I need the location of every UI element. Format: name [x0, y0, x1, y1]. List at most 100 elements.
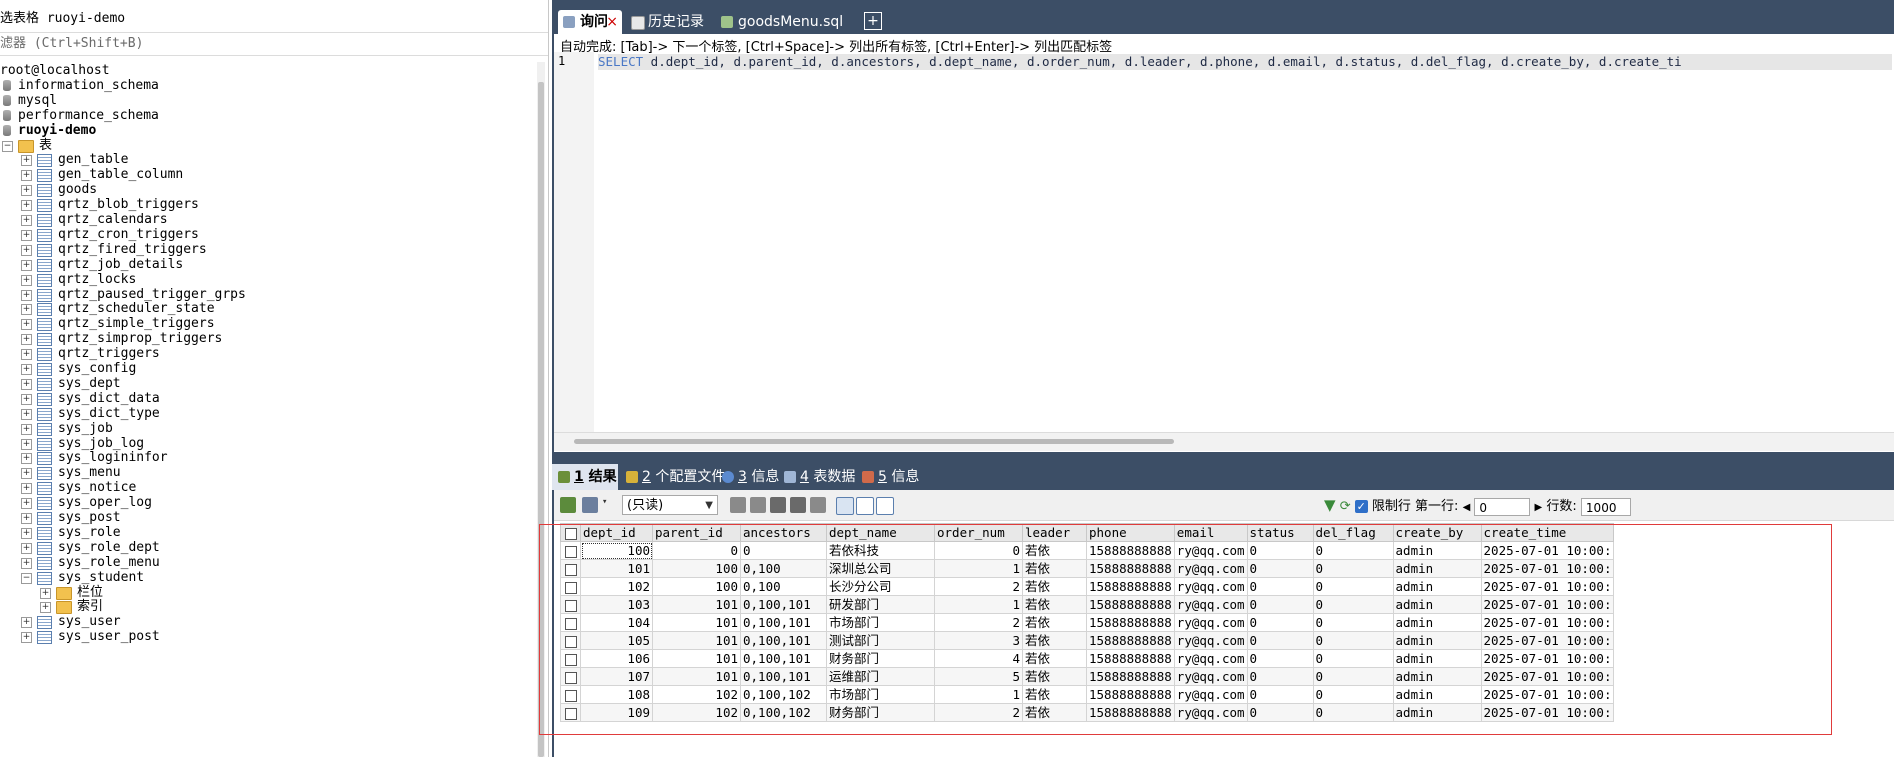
expand-icon[interactable]: +	[21, 527, 32, 539]
expand-icon[interactable]: +	[21, 155, 32, 167]
editor-hscrollbar[interactable]	[554, 432, 1894, 451]
table-cell[interactable]: 15888888888	[1086, 703, 1175, 722]
column-header[interactable]: dept_id	[580, 523, 653, 542]
table-cell[interactable]: 若依	[1022, 649, 1087, 668]
limit-checkbox[interactable]: ✓	[1354, 500, 1368, 513]
row-checkbox[interactable]	[560, 559, 581, 578]
expand-icon[interactable]: +	[21, 513, 32, 524]
table-cell[interactable]: 102	[652, 703, 741, 722]
table-cell[interactable]: 财务部门	[826, 649, 935, 668]
table-cell[interactable]: ry@qq.com	[1173, 559, 1248, 578]
table-cell[interactable]: 2025-07-01 10:00:	[1480, 667, 1615, 686]
table-cell[interactable]: 0	[1246, 685, 1314, 704]
filter-input[interactable]: 滤器 (Ctrl+Shift+B)	[0, 32, 548, 56]
table-row[interactable]: 100 0 0 若依科技 0 若依 15888888888 ry@qq.com 0 0 admin 2…	[560, 541, 1615, 560]
table-cell[interactable]: 109	[580, 703, 653, 722]
table-cell[interactable]: 1	[934, 685, 1023, 704]
table-row[interactable]: 101 100 0,100 深圳总公司 1 若依 15888888888 ry@qq.com 0…	[560, 559, 1615, 578]
column-header[interactable]: dept_name	[826, 523, 935, 542]
table-cell[interactable]: 101	[652, 595, 741, 614]
expand-icon[interactable]: +	[21, 393, 32, 405]
column-header[interactable]: parent_id	[652, 523, 741, 542]
table-cell[interactable]: ry@qq.com	[1173, 613, 1248, 632]
table-row[interactable]: 108 102 0,100,102 市场部门 1 若依 15888888888 ry@qq.c…	[560, 685, 1615, 704]
table-cell[interactable]: 104	[580, 613, 653, 632]
column-header[interactable]: del_flag	[1312, 523, 1394, 542]
expand-icon[interactable]: +	[21, 364, 32, 375]
table-cell[interactable]: 0	[1246, 703, 1314, 722]
row-checkbox[interactable]	[560, 667, 581, 686]
rows-input[interactable]: 1000	[1580, 497, 1631, 516]
column-header[interactable]: leader	[1022, 523, 1087, 542]
expand-icon[interactable]: +	[21, 378, 32, 390]
table-cell[interactable]: 研发部门	[826, 595, 935, 614]
expand-icon[interactable]: +	[21, 468, 32, 480]
table-cell[interactable]: 2	[934, 703, 1023, 722]
table-cell[interactable]: 15888888888	[1086, 577, 1175, 596]
tab-profiles[interactable]: 2 个配置文件	[620, 464, 725, 490]
save-icon[interactable]	[770, 497, 786, 513]
table-row[interactable]: 104 101 0,100,101 市场部门 2 若依 15888888888 ry@qq.c…	[560, 613, 1615, 632]
table-cell[interactable]: 15888888888	[1086, 667, 1175, 686]
insert-row-icon[interactable]	[730, 497, 746, 513]
expand-icon[interactable]: +	[21, 200, 32, 212]
expand-icon[interactable]: +	[21, 185, 32, 197]
row-checkbox[interactable]	[560, 541, 581, 560]
table-cell[interactable]: 0	[1312, 631, 1394, 650]
table-cell[interactable]: 0	[1312, 703, 1394, 722]
table-row[interactable]: 105 101 0,100,101 测试部门 3 若依 15888888888 ry@qq.c…	[560, 631, 1615, 650]
table-cell[interactable]: 财务部门	[826, 703, 935, 722]
table-cell[interactable]: ry@qq.com	[1173, 703, 1248, 722]
table-cell[interactable]: 0,100,101	[740, 631, 827, 650]
expand-icon[interactable]: +	[21, 170, 32, 182]
table-cell[interactable]: 107	[580, 667, 653, 686]
table-cell[interactable]: 0,100,101	[740, 667, 827, 686]
table-cell[interactable]: 0,100,101	[740, 595, 827, 614]
table-cell[interactable]: 102	[580, 577, 653, 596]
table-cell[interactable]: ry@qq.com	[1173, 595, 1248, 614]
column-header[interactable]: order_num	[934, 523, 1023, 542]
table-cell[interactable]: 3	[934, 631, 1023, 650]
row-checkbox[interactable]	[560, 685, 581, 704]
grid-mode-icon[interactable]	[582, 497, 598, 513]
row-checkbox[interactable]	[560, 631, 581, 650]
table-cell[interactable]: 2025-07-01 10:00:	[1480, 595, 1615, 614]
table-cell[interactable]: 0	[1312, 559, 1394, 578]
table-cell[interactable]: 101	[652, 667, 741, 686]
table-cell[interactable]: 若依科技	[826, 541, 935, 560]
delete-icon[interactable]	[790, 497, 806, 513]
table-cell[interactable]: 运维部门	[826, 667, 935, 686]
close-tab-icon[interactable]: ×	[606, 10, 618, 34]
table-cell[interactable]: 0	[1312, 613, 1394, 632]
tab-goodsmenu-sql[interactable]: goodsMenu.sql	[716, 10, 856, 34]
table-cell[interactable]: 若依	[1022, 685, 1087, 704]
table-row[interactable]: 102 100 0,100 长沙分公司 2 若依 15888888888 ry@qq.com 0…	[560, 577, 1615, 596]
tab-info[interactable]: 5 信息	[856, 464, 926, 490]
table-cell[interactable]: 若依	[1022, 595, 1087, 614]
expand-icon[interactable]: +	[21, 289, 32, 301]
table-cell[interactable]: 106	[580, 649, 653, 668]
readonly-select[interactable]: (只读) ▼	[622, 495, 718, 515]
tab-results[interactable]: 1 结果	[552, 464, 618, 490]
next-icon[interactable]: ▶	[1535, 502, 1543, 513]
expand-icon[interactable]: +	[21, 274, 32, 286]
table-cell[interactable]: 101	[652, 613, 741, 632]
table-cell[interactable]: admin	[1392, 667, 1482, 686]
database-selector[interactable]: 选表格 ruoyi-demo	[0, 8, 548, 32]
table-cell[interactable]: admin	[1392, 631, 1482, 650]
table-cell[interactable]: 1	[934, 559, 1023, 578]
new-tab-button[interactable]: +	[864, 12, 882, 30]
table-cell[interactable]: 0	[1312, 667, 1394, 686]
table-cell[interactable]: 市场部门	[826, 685, 935, 704]
table-cell[interactable]: admin	[1392, 685, 1482, 704]
table-cell[interactable]: 2	[934, 577, 1023, 596]
expand-icon[interactable]: +	[21, 617, 32, 629]
refresh-icon[interactable]: ⟳	[1340, 499, 1351, 514]
table-cell[interactable]: 2025-07-01 10:00:	[1480, 703, 1615, 722]
expand-icon[interactable]: +	[21, 215, 32, 226]
table-cell[interactable]: 5	[934, 667, 1023, 686]
table-row[interactable]: 107 101 0,100,101 运维部门 5 若依 15888888888 ry@qq.c…	[560, 667, 1615, 686]
table-cell[interactable]: 100	[652, 577, 741, 596]
column-header[interactable]: ancestors	[740, 523, 827, 542]
expand-icon[interactable]: +	[21, 453, 32, 465]
